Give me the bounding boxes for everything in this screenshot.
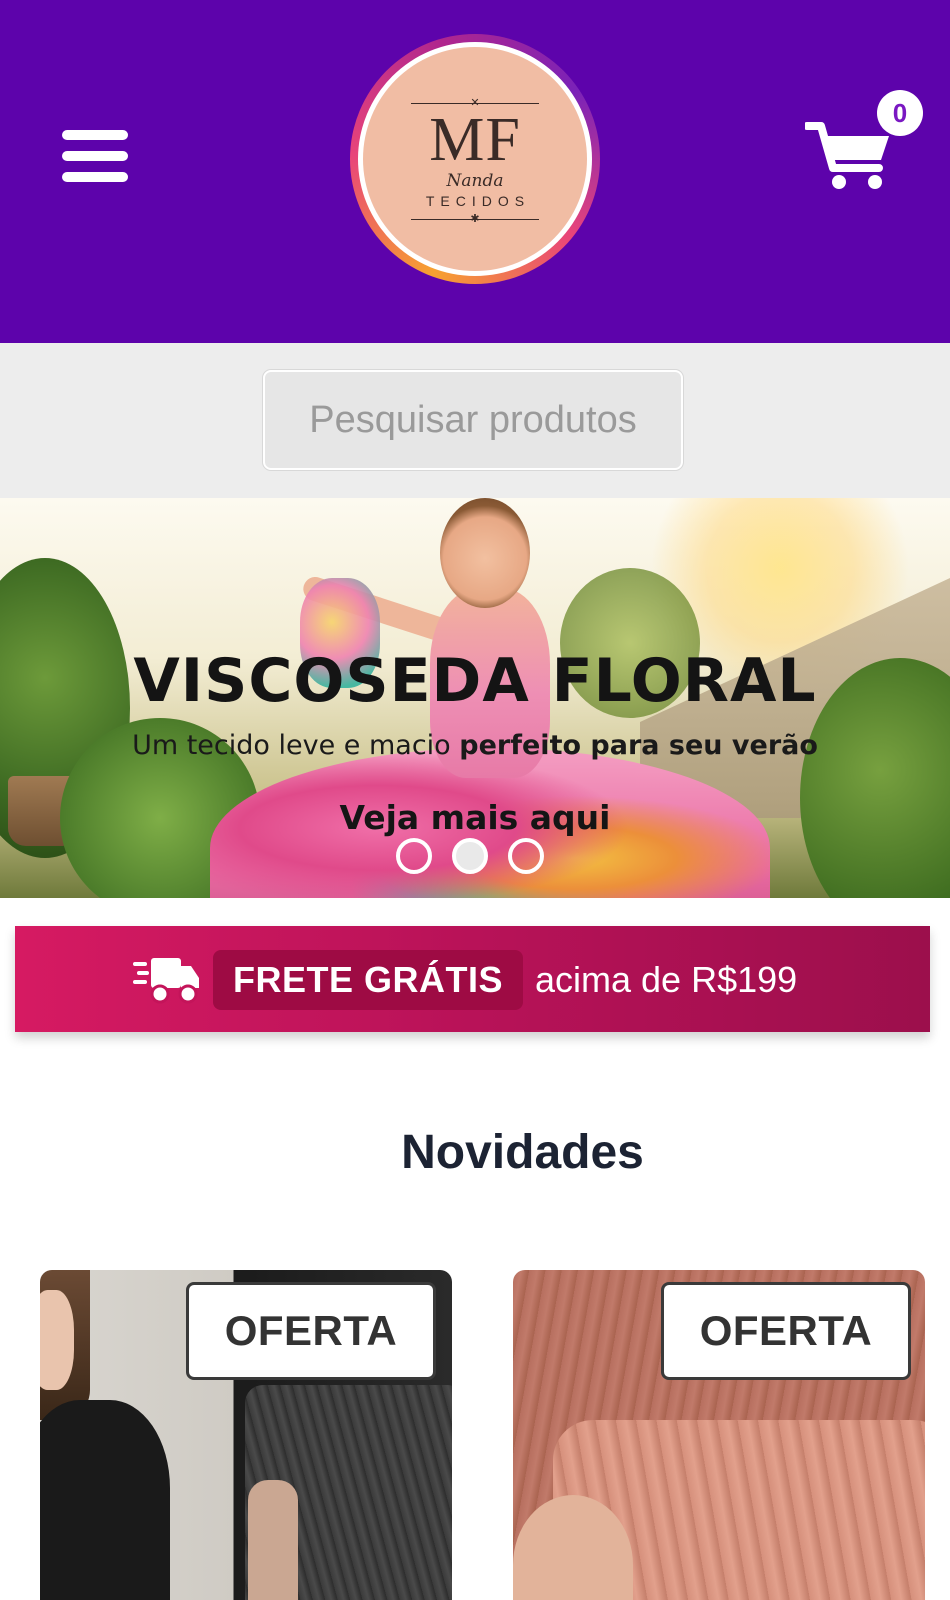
site-header: ✕ MF Nanda TECIDOS ✱ 0 <box>0 0 950 343</box>
logo-subtitle: TECIDOS <box>425 193 531 209</box>
banner-cta-link[interactable]: Veja mais aqui <box>0 798 950 837</box>
banner-subtitle: Um tecido leve e macio perfeito para seu… <box>132 730 818 761</box>
section-title-novidades: Novidades <box>401 1126 644 1179</box>
cart-count-badge[interactable]: 0 <box>877 90 923 136</box>
carousel-dot-3[interactable] <box>508 838 544 874</box>
offer-badge: OFERTA <box>661 1282 911 1380</box>
product-card[interactable]: OFERTA <box>40 1270 452 1600</box>
store-logo[interactable]: ✕ MF Nanda TECIDOS ✱ <box>350 34 600 284</box>
delivery-truck-icon <box>133 958 199 1004</box>
search-input[interactable] <box>263 370 683 470</box>
offer-badge: OFERTA <box>186 1282 436 1380</box>
hamburger-menu-icon[interactable] <box>60 128 130 188</box>
banner-title: VISCOSEDA FLORAL <box>133 646 817 716</box>
carousel-dots <box>396 838 546 878</box>
logo-initials: MF <box>429 106 521 174</box>
free-shipping-label: FRETE GRÁTIS <box>213 950 523 1010</box>
carousel-dot-1[interactable] <box>396 838 432 874</box>
logo-script-name: Nanda <box>446 171 504 191</box>
free-shipping-banner: FRETE GRÁTIS acima de R$199 <box>15 926 930 1032</box>
shopping-cart-icon[interactable] <box>805 116 895 196</box>
hero-banner[interactable]: VISCOSEDA FLORAL Um tecido leve e macio … <box>0 498 950 898</box>
product-card[interactable]: OFERTA <box>513 1270 925 1600</box>
free-shipping-threshold: acima de R$199 <box>535 959 798 1000</box>
carousel-dot-2-active[interactable] <box>452 838 488 874</box>
